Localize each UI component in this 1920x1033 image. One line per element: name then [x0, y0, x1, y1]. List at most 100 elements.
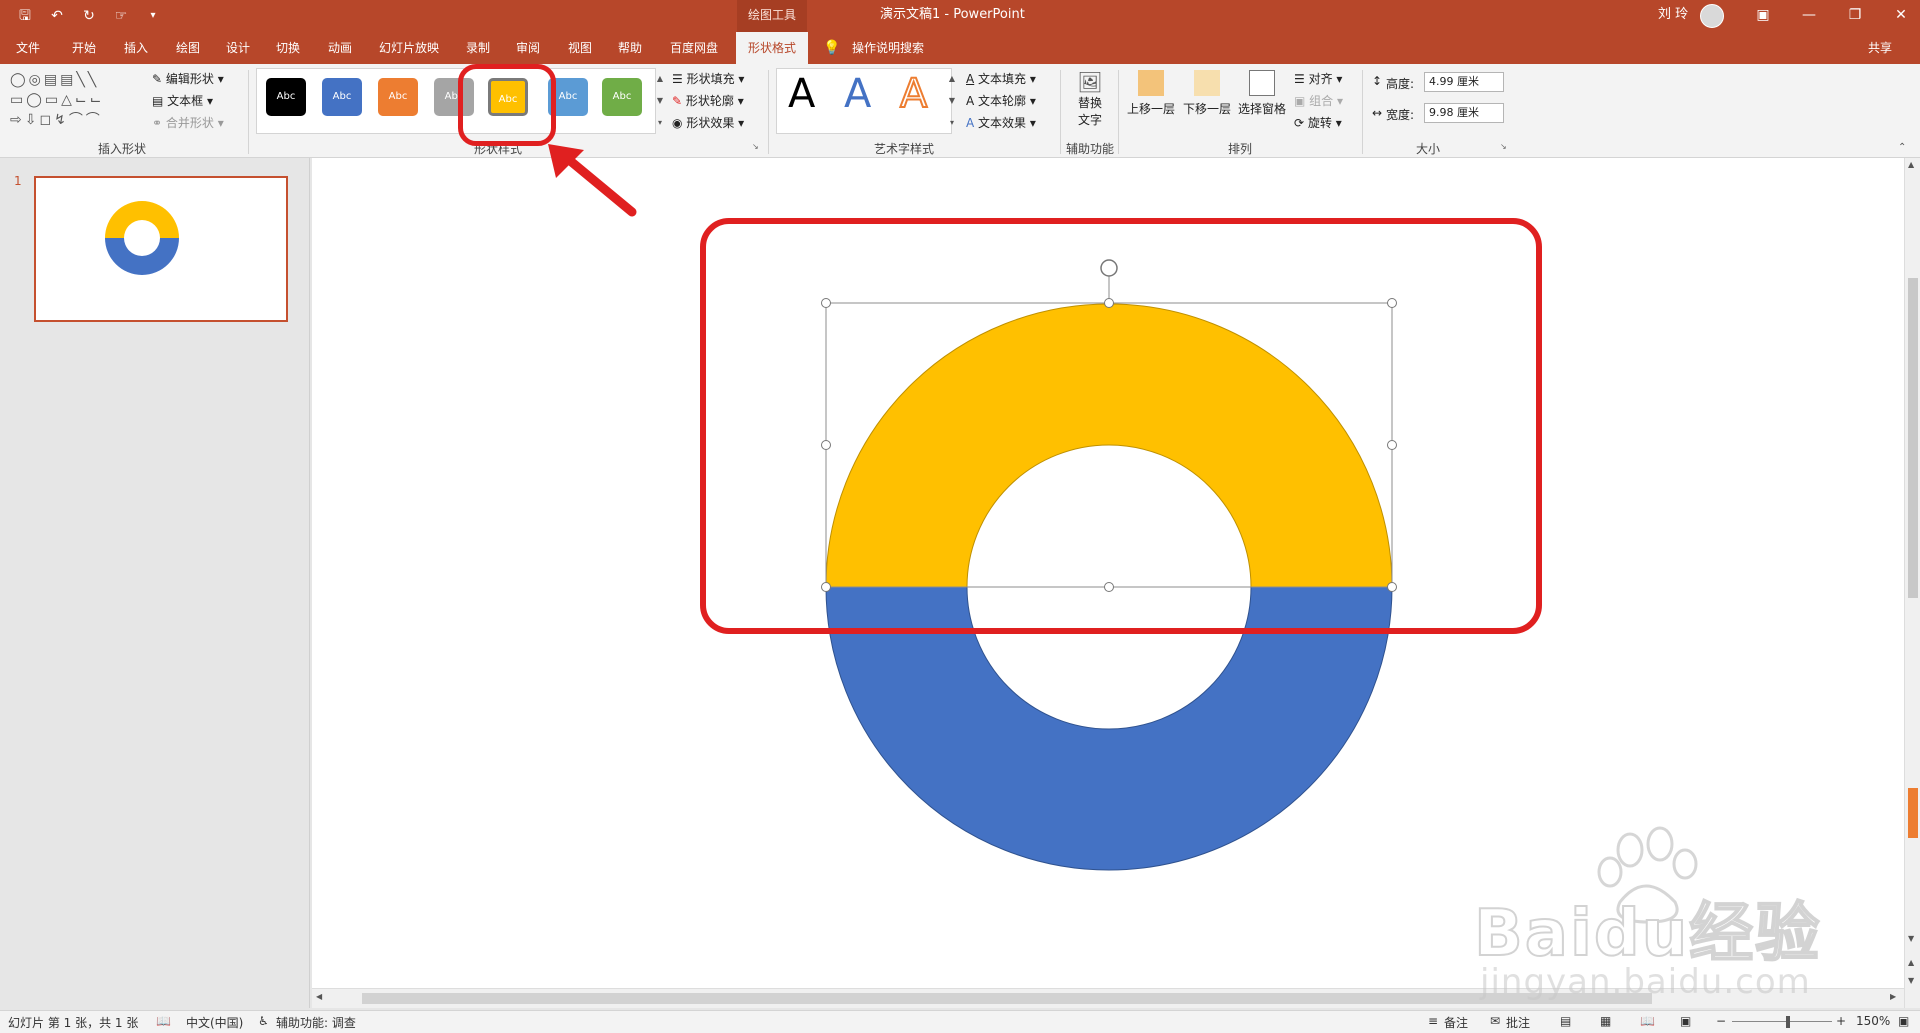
- redo-icon[interactable]: ↻: [78, 6, 100, 26]
- scroll-thumb[interactable]: [1908, 278, 1918, 598]
- text-box-button[interactable]: ▤ 文本框 ▾: [152, 92, 213, 109]
- collapse-ribbon-icon[interactable]: ⌃: [1898, 142, 1906, 153]
- slide-sorter-icon[interactable]: ▦: [1600, 1014, 1611, 1028]
- wordart-style-orange[interactable]: A: [899, 70, 928, 118]
- width-input[interactable]: 9.98 厘米: [1424, 103, 1504, 123]
- restore-icon[interactable]: ❐: [1832, 0, 1878, 32]
- tab-insert[interactable]: 插入: [114, 32, 158, 64]
- share-button[interactable]: 共享: [1852, 32, 1908, 64]
- separator: [1118, 70, 1119, 154]
- text-outline-button[interactable]: A 文本轮廓 ▾: [966, 92, 1036, 109]
- tab-shape-format[interactable]: 形状格式: [736, 32, 808, 64]
- scroll-right-icon[interactable]: ▶: [1890, 992, 1896, 1001]
- align-button[interactable]: ☰ 对齐 ▾: [1294, 70, 1342, 87]
- spelling-icon[interactable]: 📖: [156, 1014, 171, 1028]
- shape-style-2[interactable]: Abc: [322, 78, 362, 116]
- shape-effects-button[interactable]: ◉ 形状效果 ▾: [672, 114, 744, 131]
- tab-draw[interactable]: 绘图: [166, 32, 210, 64]
- prev-slide-icon[interactable]: ▲: [1908, 958, 1914, 967]
- rotate-label: 旋转: [1307, 116, 1332, 130]
- slide-thumbnail-pane: 1: [0, 158, 310, 1008]
- reading-view-icon[interactable]: 📖: [1640, 1014, 1655, 1028]
- language-status[interactable]: 中文(中国): [186, 1014, 243, 1031]
- shape-outline-button[interactable]: ✎ 形状轮廓 ▾: [672, 92, 744, 109]
- zoom-level[interactable]: 150%: [1856, 1014, 1890, 1028]
- quick-access-toolbar: 🖫 ↶ ↻ ☞ ▾: [14, 6, 164, 26]
- tab-transitions[interactable]: 切换: [266, 32, 310, 64]
- edit-shape-label: 编辑形状: [165, 72, 214, 86]
- bring-forward-button[interactable]: 上移一层: [1126, 70, 1176, 117]
- vertical-scrollbar[interactable]: ▲ ▼ ▲ ▼: [1904, 158, 1920, 1008]
- touch-mode-icon[interactable]: ☞: [110, 6, 132, 26]
- shape-fill-button[interactable]: ☰ 形状填充 ▾: [672, 70, 744, 87]
- merge-shapes-button[interactable]: ⚭ 合并形状 ▾: [152, 114, 224, 131]
- tab-slideshow[interactable]: 幻灯片放映: [372, 32, 446, 64]
- separator: [768, 70, 769, 154]
- alt-text-button[interactable]: 🖼 替换 文字: [1068, 70, 1112, 128]
- tab-view[interactable]: 视图: [558, 32, 602, 64]
- user-name[interactable]: 刘 玲: [1658, 0, 1688, 30]
- gallery-scroll[interactable]: ▲ ▼ ▾: [654, 68, 666, 134]
- tab-animations[interactable]: 动画: [318, 32, 362, 64]
- rotate-button[interactable]: ⟳ 旋转 ▾: [1294, 114, 1342, 131]
- accessibility-status[interactable]: 辅助功能: 调查: [276, 1014, 356, 1031]
- minimize-icon[interactable]: —: [1786, 0, 1832, 32]
- merge-shapes-label: 合并形状: [165, 116, 214, 130]
- scroll-up-icon[interactable]: ▲: [1908, 160, 1914, 169]
- text-effects-button[interactable]: A 文本效果 ▾: [966, 114, 1036, 131]
- send-backward-label: 下移一层: [1182, 102, 1231, 116]
- tab-design[interactable]: 设计: [216, 32, 260, 64]
- height-input[interactable]: 4.99 厘米: [1424, 72, 1504, 92]
- text-fill-button[interactable]: A 文本填充 ▾: [966, 70, 1036, 87]
- resize-handle-ne: [1387, 298, 1397, 308]
- customize-icon[interactable]: ▾: [142, 6, 164, 26]
- undo-icon[interactable]: ↶: [46, 6, 68, 26]
- save-icon[interactable]: 🖫: [14, 6, 36, 26]
- shape-style-1[interactable]: Abc: [266, 78, 306, 116]
- shape-style-3[interactable]: Abc: [378, 78, 418, 116]
- edit-shape-button[interactable]: ✎ 编辑形状 ▾: [152, 70, 224, 87]
- avatar[interactable]: [1700, 4, 1724, 28]
- fit-to-window-icon[interactable]: ▣: [1898, 1014, 1909, 1028]
- scroll-down-icon[interactable]: ▼: [1908, 934, 1914, 943]
- scroll-left-icon[interactable]: ◀: [316, 992, 322, 1001]
- next-slide-icon[interactable]: ▼: [1908, 976, 1914, 985]
- selection-pane-button[interactable]: 选择窗格: [1236, 70, 1288, 117]
- hscroll-thumb[interactable]: [362, 993, 1652, 1004]
- tab-file[interactable]: 文件: [8, 32, 48, 64]
- top-half-ring: [825, 303, 1393, 588]
- thumbnail-ring: [105, 201, 179, 275]
- wordart-style-blue[interactable]: A: [844, 70, 871, 118]
- tab-review[interactable]: 审阅: [506, 32, 550, 64]
- zoom-in-icon[interactable]: +: [1836, 1014, 1846, 1028]
- wordart-style-black[interactable]: A: [788, 70, 815, 118]
- notes-button[interactable]: 备注: [1444, 1014, 1468, 1031]
- tab-record[interactable]: 录制: [456, 32, 500, 64]
- tab-help[interactable]: 帮助: [608, 32, 652, 64]
- resize-handle-nw: [821, 298, 831, 308]
- normal-view-icon[interactable]: ▤: [1560, 1014, 1571, 1028]
- resize-handle-e: [1387, 440, 1397, 450]
- zoom-out-icon[interactable]: −: [1716, 1014, 1726, 1028]
- shape-style-7[interactable]: Abc: [602, 78, 642, 116]
- merge-shapes-icon: ⚭: [152, 116, 163, 130]
- send-backward-button[interactable]: 下移一层: [1182, 70, 1232, 117]
- comments-button[interactable]: 批注: [1506, 1014, 1530, 1031]
- zoom-slider-thumb[interactable]: [1786, 1016, 1790, 1028]
- shapes-gallery[interactable]: ◯◎▤▤╲╲ ▭◯▭△⌙⌙ ⇨⇩◻↯⌒⌒: [10, 70, 146, 134]
- tell-me-search[interactable]: 操作说明搜索: [846, 32, 930, 64]
- tab-baidu-netdisk[interactable]: 百度网盘: [662, 32, 726, 64]
- close-icon[interactable]: ✕: [1878, 0, 1920, 32]
- tab-home[interactable]: 开始: [62, 32, 106, 64]
- shape-effects-icon: ◉: [672, 116, 683, 130]
- zoom-slider-track[interactable]: [1732, 1021, 1832, 1022]
- wordart-group-label: 艺术字样式: [874, 142, 935, 156]
- ribbon-display-icon[interactable]: ▣: [1740, 0, 1786, 32]
- wordart-scroll[interactable]: ▲ ▼ ▾: [946, 68, 958, 134]
- slide-thumbnail[interactable]: [34, 176, 288, 322]
- dialog-launcher-icon[interactable]: ↘: [752, 142, 759, 151]
- size-dialog-launcher-icon[interactable]: ↘: [1500, 142, 1507, 151]
- group-button[interactable]: ▣ 组合 ▾: [1294, 92, 1343, 109]
- shape-row-1: ◯◎▤▤╲╲: [10, 72, 100, 88]
- slideshow-icon[interactable]: ▣: [1680, 1014, 1691, 1028]
